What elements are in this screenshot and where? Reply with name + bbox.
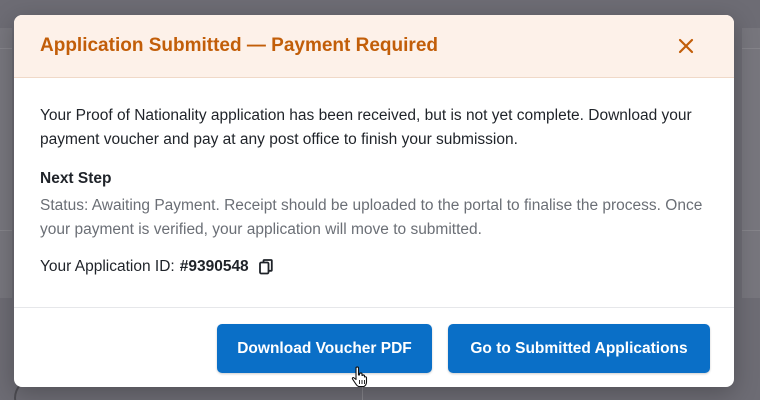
close-button[interactable] — [674, 34, 698, 58]
payment-required-modal: Application Submitted — Payment Required… — [14, 15, 734, 387]
application-id-label: Your Application ID: — [40, 258, 175, 275]
go-to-submitted-button[interactable]: Go to Submitted Applications — [448, 324, 710, 373]
modal-footer: Download Voucher PDF Go to Submitted App… — [14, 307, 734, 387]
application-id-row: Your Application ID: #9390548 — [40, 258, 708, 276]
download-voucher-button[interactable]: Download Voucher PDF — [217, 324, 432, 373]
application-id-value: #9390548 — [179, 258, 249, 275]
background-divider — [0, 230, 12, 231]
intro-text: Your Proof of Nationality application ha… — [40, 107, 692, 148]
background-divider — [0, 48, 12, 49]
hand-pointer-cursor-icon — [351, 366, 368, 388]
copy-icon — [258, 259, 273, 275]
modal-body: Your Proof of Nationality application ha… — [14, 78, 734, 276]
modal-header: Application Submitted — Payment Required — [14, 15, 734, 78]
copy-id-button[interactable] — [258, 259, 275, 275]
background-divider — [742, 48, 760, 49]
close-icon — [678, 38, 694, 54]
modal-title: Application Submitted — Payment Required — [40, 35, 438, 56]
next-step-heading: Next Step — [40, 170, 112, 187]
background-divider — [742, 230, 760, 231]
background-panel-left — [0, 28, 12, 298]
status-text: Status: Awaiting Payment. Receipt should… — [40, 197, 703, 238]
background-panel-right — [742, 28, 760, 298]
